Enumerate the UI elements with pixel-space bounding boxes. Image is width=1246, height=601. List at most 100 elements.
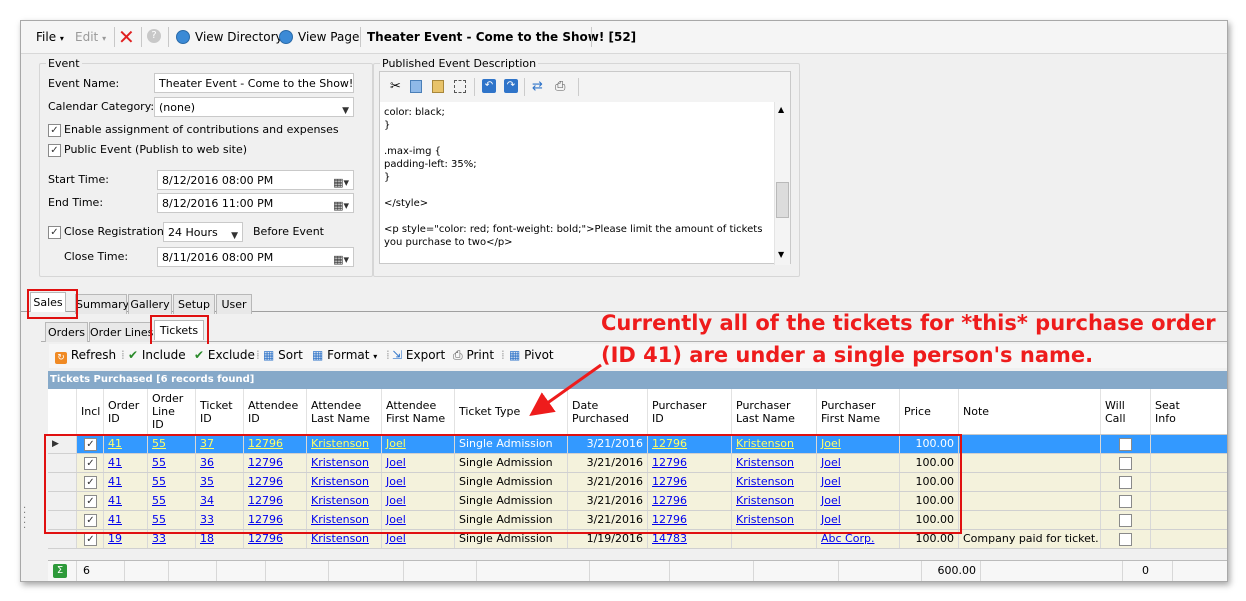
column-header[interactable]: Incl [76,389,103,434]
description-group-label: Published Event Description [380,57,539,70]
paste-icon[interactable] [432,80,444,93]
highlight-box [44,434,962,534]
grid-footer: Σ 6 600.00 0 [48,560,1227,581]
column-header[interactable]: Ticket ID [195,389,243,434]
close-registration-checkbox[interactable]: ✓ [48,226,61,239]
before-event-label: Before Event [253,225,324,238]
print-button[interactable]: ⎙ Print [453,348,494,363]
editor-toolbar: ✂ ↶ ↷ ⇄ ⎙ [380,72,790,102]
tab-user[interactable]: User [216,294,252,314]
window-title: Theater Event - Come to the Show! [52] [367,30,637,44]
note-cell [958,473,1100,491]
view-directory-button[interactable]: View Directory [195,30,283,44]
format-button[interactable]: ▦ Format ▾ [312,348,377,362]
tab-setup[interactable]: Setup [173,294,215,314]
tab-summary[interactable]: Summary [75,294,129,314]
column-header[interactable]: Order Line ID [147,389,195,434]
menubar: File ▾ Edit ▾ ✕ ? View Directory View Pa… [21,21,1227,54]
cut-icon[interactable]: ✂ [390,79,401,94]
column-header[interactable]: Price [899,389,958,434]
editor-scrollbar[interactable]: ▲ ▼ [774,102,790,265]
column-header[interactable]: Seat Info [1150,389,1227,434]
sort-icon: ▦ [263,348,275,362]
calendar-icon[interactable]: ▦▾ [333,173,349,189]
start-time-field[interactable]: 8/12/2016 08:00 PM ▦▾ [157,170,354,190]
footer-divider [124,561,125,581]
delete-icon[interactable]: ✕ [118,25,135,49]
column-header[interactable]: Attendee First Name [381,389,454,434]
scroll-up-icon[interactable]: ▲ [778,105,784,114]
splitter-grip[interactable]: · · · · · [23,504,26,534]
grid-title: Tickets Purchased [6 records found] [48,371,1227,389]
will-call-checkbox[interactable] [1119,495,1132,508]
column-header[interactable]: Will Call [1100,389,1150,434]
column-header[interactable]: Attendee Last Name [306,389,381,434]
footer-divider [838,561,839,581]
printer-icon[interactable]: ⎙ [555,79,565,94]
close-time-field[interactable]: 8/11/2016 08:00 PM ▦▾ [157,247,354,267]
calendar-icon[interactable]: ▦▾ [333,196,349,212]
close-registration-select[interactable]: 24 Hours ▼ [163,222,243,242]
seat-info-cell [1150,435,1227,453]
separator: ⁞ [386,348,390,362]
end-time-field[interactable]: 8/12/2016 11:00 PM ▦▾ [157,193,354,213]
calendar-category-select[interactable]: (none) ▼ [154,97,354,117]
event-name-field[interactable]: Theater Event - Come to the Show! [154,73,354,93]
column-header[interactable]: Attendee ID [243,389,306,434]
view-page-button[interactable]: View Page [298,30,359,44]
close-registration-label: Close Registration [64,225,164,238]
will-call-checkbox[interactable] [1119,476,1132,489]
include-button[interactable]: ✔ Include [128,348,186,362]
footer-price-total: 600.00 [921,561,980,581]
tab-gallery[interactable]: Gallery [128,294,172,314]
column-header[interactable]: Order ID [103,389,147,434]
file-menu[interactable]: File ▾ [36,30,64,44]
refresh-icon: ↻ [55,352,67,364]
redo-icon[interactable]: ↷ [504,79,518,93]
column-header[interactable]: Purchaser Last Name [731,389,816,434]
help-icon[interactable]: ? [147,29,161,43]
refresh-button[interactable]: ↻ Refresh [55,348,116,364]
export-button[interactable]: ⇲ Export [392,348,445,362]
public-event-checkbox[interactable]: ✓ [48,144,61,157]
separator [141,27,142,47]
enable-assignment-checkbox[interactable]: ✓ [48,124,61,137]
separator: ⁞ [501,348,505,362]
scroll-thumb[interactable] [776,182,789,218]
will-call-checkbox[interactable] [1119,457,1132,470]
footer-divider [589,561,590,581]
highlight-box [27,289,78,319]
footer-divider [753,561,754,581]
tab-orders[interactable]: Orders [45,322,88,342]
column-header[interactable]: Note [958,389,1100,434]
pivot-button[interactable]: ▦ Pivot [509,348,554,362]
edit-menu[interactable]: Edit ▾ [75,30,106,44]
tab-order-lines[interactable]: Order Lines [89,322,153,342]
will-call-checkbox[interactable] [1119,438,1132,451]
description-editor[interactable]: ✂ ↶ ↷ ⇄ ⎙ color: black; } .max-img { pad… [379,71,791,265]
seat-info-cell [1150,454,1227,472]
footer-will-call-total: 0 [1122,561,1172,581]
footer-divider [669,561,670,581]
note-cell [958,511,1100,529]
will-call-cell [1100,530,1150,548]
will-call-cell [1100,511,1150,529]
copy-icon[interactable] [410,80,422,93]
will-call-checkbox[interactable] [1119,514,1132,527]
undo-icon[interactable]: ↶ [482,79,496,93]
incl-checkbox[interactable]: ✓ [84,533,97,546]
column-header[interactable]: Purchaser First Name [816,389,899,434]
will-call-checkbox[interactable] [1119,533,1132,546]
scroll-down-icon[interactable]: ▼ [778,250,784,259]
excel-icon[interactable]: Σ [53,564,67,578]
seat-info-cell [1150,530,1227,548]
select-all-icon[interactable] [454,80,466,93]
end-time-value: 8/12/2016 11:00 PM [162,197,274,210]
column-header[interactable]: Purchaser ID [647,389,731,434]
event-name-label: Event Name: [48,77,120,90]
footer-divider [168,561,169,581]
calendar-icon[interactable]: ▦▾ [333,250,349,266]
exclude-button[interactable]: ✔ Exclude [194,348,255,362]
sort-button[interactable]: ▦ Sort [263,348,303,362]
find-replace-icon[interactable]: ⇄ [532,79,543,94]
